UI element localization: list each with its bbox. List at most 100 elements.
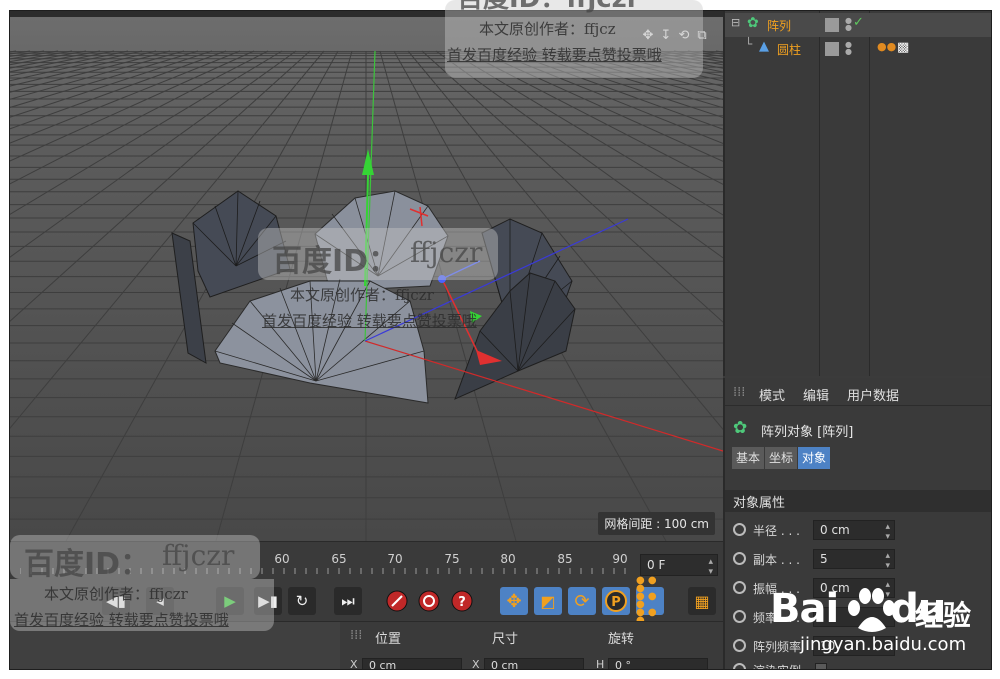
array-frequency-field[interactable]: 10 bbox=[813, 636, 895, 656]
x-label: X bbox=[350, 658, 358, 670]
film-strip-icon: ▦ bbox=[694, 591, 710, 611]
visibility-dots-icon[interactable]: ● ● bbox=[845, 41, 852, 56]
object-manager[interactable]: ⊟ ✿ 阵列 ● ● ✓ └ ▲ 圆柱 ● ● ●● ▩ bbox=[723, 11, 991, 376]
viewport-top-strip bbox=[10, 11, 723, 17]
goto-end-button[interactable]: ⏭ bbox=[334, 587, 362, 615]
animate-radio-icon[interactable] bbox=[733, 610, 746, 623]
tab-coord[interactable]: 坐标 bbox=[765, 447, 798, 469]
rotate-view-icon[interactable]: ⟲ bbox=[676, 27, 692, 43]
animate-radio-icon[interactable] bbox=[733, 552, 746, 565]
timeline-ruler[interactable]: 60 65 70 75 80 85 90 bbox=[20, 550, 635, 576]
tab-object[interactable]: 对象 bbox=[798, 447, 831, 469]
material-panel bbox=[10, 622, 340, 669]
x-size-label: X bbox=[472, 658, 480, 670]
record-keys-button[interactable] bbox=[383, 587, 411, 615]
key-rotation-button[interactable]: ⟳ bbox=[568, 587, 596, 615]
3d-viewport[interactable]: ✥ ↧ ⟲ ⧉ 网格间距 : 100 cm bbox=[10, 11, 723, 541]
field-value: 0 cm bbox=[820, 523, 850, 537]
prev-frame-button[interactable]: ◂ bbox=[146, 587, 174, 615]
prev-key-icon: ◀▮ bbox=[106, 592, 126, 610]
next-key-button[interactable]: ▶▮ bbox=[254, 587, 282, 615]
viewport-scene bbox=[10, 11, 723, 541]
layer-icon[interactable] bbox=[825, 42, 839, 56]
prop-radius: 半径 . . . 0 cm ▴ ▾ bbox=[725, 518, 991, 542]
loop-icon: ↻ bbox=[295, 592, 309, 610]
key-position-button[interactable]: ✥ bbox=[500, 587, 528, 615]
heading-field[interactable]: 0 ° bbox=[608, 658, 708, 669]
c4d-app-window: ✥ ↧ ⟲ ⧉ 网格间距 : 100 cm 60 65 70 75 80 85 … bbox=[9, 10, 992, 670]
dots-grid-icon: ● ● ●● ● ●● ● ● bbox=[636, 575, 657, 626]
current-frame-field[interactable]: 0 F ▴ ▾ bbox=[640, 554, 718, 577]
coordinates-panel: ⁞⁞⁞ 位置 尺寸 旋转 X 0 cm X 0 cm H 0 ° bbox=[10, 621, 723, 670]
panel-grip-icon[interactable]: ⁞⁞⁞ bbox=[733, 385, 745, 400]
prop-label: 渲染实例 bbox=[753, 662, 801, 669]
prop-label: 振幅 . . . bbox=[753, 582, 800, 596]
scale-box-icon: ◩ bbox=[540, 591, 556, 611]
animate-radio-icon[interactable] bbox=[733, 663, 746, 669]
attribute-manager[interactable]: ⁞⁞⁞ 模式 编辑 用户数据 ✿ 阵列对象 [阵列] 基本 坐标 对象 对象属性… bbox=[723, 378, 991, 669]
loop-button[interactable]: ↻ bbox=[288, 587, 316, 615]
visibility-dots-icon[interactable]: ● ● bbox=[845, 17, 852, 32]
transport-bar: ◀▮ ◂ ▶ ▶▮ ↻ ⏭ ? ✥ ◩ ⟳ P ● ● ●● ● ●● ● ● … bbox=[10, 576, 723, 626]
menu-mode[interactable]: 模式 bbox=[759, 385, 785, 404]
prop-frequency: 频率 . . . bbox=[725, 605, 991, 629]
animate-radio-icon[interactable] bbox=[733, 639, 746, 652]
texture-tag-icon[interactable]: ▩ bbox=[897, 40, 909, 55]
object-name[interactable]: 阵列 bbox=[767, 17, 791, 34]
spinner-icon[interactable]: ▴ ▾ bbox=[885, 522, 890, 542]
tree-collapse-icon[interactable]: ⊟ bbox=[731, 16, 740, 29]
field-value: 5 bbox=[820, 552, 828, 566]
svg-text:?: ? bbox=[458, 595, 466, 610]
dolly-view-icon[interactable]: ↧ bbox=[658, 27, 674, 43]
move-view-icon[interactable]: ✥ bbox=[640, 27, 656, 43]
menu-edit[interactable]: 编辑 bbox=[803, 385, 829, 404]
menu-user-data[interactable]: 用户数据 bbox=[847, 385, 899, 404]
frequency-field[interactable] bbox=[813, 607, 895, 627]
x-size-field[interactable]: 0 cm bbox=[484, 658, 584, 669]
object-row-array[interactable]: ⊟ ✿ 阵列 ● ● ✓ bbox=[725, 13, 991, 37]
timeline-tick-label: 75 bbox=[444, 552, 460, 566]
timeline-tick-label: 65 bbox=[331, 552, 347, 566]
key-parameter-button[interactable]: P bbox=[602, 587, 630, 615]
timeline-tick-label: 80 bbox=[500, 552, 516, 566]
object-row-cylinder[interactable]: └ ▲ 圆柱 ● ● ●● ▩ bbox=[725, 37, 991, 61]
tab-basic[interactable]: 基本 bbox=[732, 447, 765, 469]
copies-field[interactable]: 5 ▴ ▾ bbox=[813, 549, 895, 571]
layer-icon[interactable] bbox=[825, 18, 839, 32]
enabled-check-icon[interactable]: ✓ bbox=[853, 15, 864, 30]
spinner-icon[interactable]: ▴ ▾ bbox=[885, 580, 890, 600]
timeline[interactable]: 60 65 70 75 80 85 90 0 F ▴ ▾ bbox=[10, 541, 723, 581]
radius-field[interactable]: 0 cm ▴ ▾ bbox=[813, 520, 895, 542]
play-button[interactable]: ▶ bbox=[216, 587, 244, 615]
key-pla-button[interactable]: ● ● ●● ● ●● ● ● bbox=[636, 576, 664, 626]
panel-grip-icon[interactable]: ⁞⁞⁞ bbox=[350, 628, 362, 643]
autokey-button[interactable] bbox=[415, 587, 443, 615]
timeline-tick-marks bbox=[20, 568, 626, 574]
maximize-view-icon[interactable]: ⧉ bbox=[694, 27, 710, 43]
prop-label: 频率 . . . bbox=[753, 611, 800, 625]
x-position-field[interactable]: 0 cm bbox=[362, 658, 462, 669]
spinner-icon[interactable]: ▴ ▾ bbox=[885, 551, 890, 571]
prop-copies: 副本 . . . 5 ▴ ▾ bbox=[725, 547, 991, 571]
animate-radio-icon[interactable] bbox=[733, 581, 746, 594]
autokey-icon bbox=[418, 590, 440, 612]
keyframe-selection-button[interactable]: ? bbox=[448, 587, 476, 615]
key-scale-button[interactable]: ◩ bbox=[534, 587, 562, 615]
timeline-tick-label: 60 bbox=[274, 552, 290, 566]
attribute-object-title: 阵列对象 [阵列] bbox=[761, 425, 854, 440]
animate-radio-icon[interactable] bbox=[733, 523, 746, 536]
prop-label: 半径 . . . bbox=[753, 524, 800, 538]
amplitude-field[interactable]: 0 cm ▴ ▾ bbox=[813, 578, 895, 600]
render-instances-checkbox[interactable] bbox=[815, 663, 827, 669]
prop-render-instances: 渲染实例 bbox=[725, 658, 991, 669]
object-name-column bbox=[725, 11, 820, 376]
phong-tag-icon[interactable]: ●● bbox=[877, 40, 896, 53]
move-arrows-icon: ✥ bbox=[506, 590, 522, 612]
object-name[interactable]: 圆柱 bbox=[777, 41, 801, 58]
timeline-tick-label: 85 bbox=[557, 552, 573, 566]
object-flags-column bbox=[820, 11, 870, 376]
keyframe-help-icon: ? bbox=[451, 590, 473, 612]
timeline-window-button[interactable]: ▦ bbox=[688, 587, 716, 615]
spinner-icon[interactable]: ▴ ▾ bbox=[708, 557, 713, 577]
prev-key-button[interactable]: ◀▮ bbox=[102, 587, 130, 615]
